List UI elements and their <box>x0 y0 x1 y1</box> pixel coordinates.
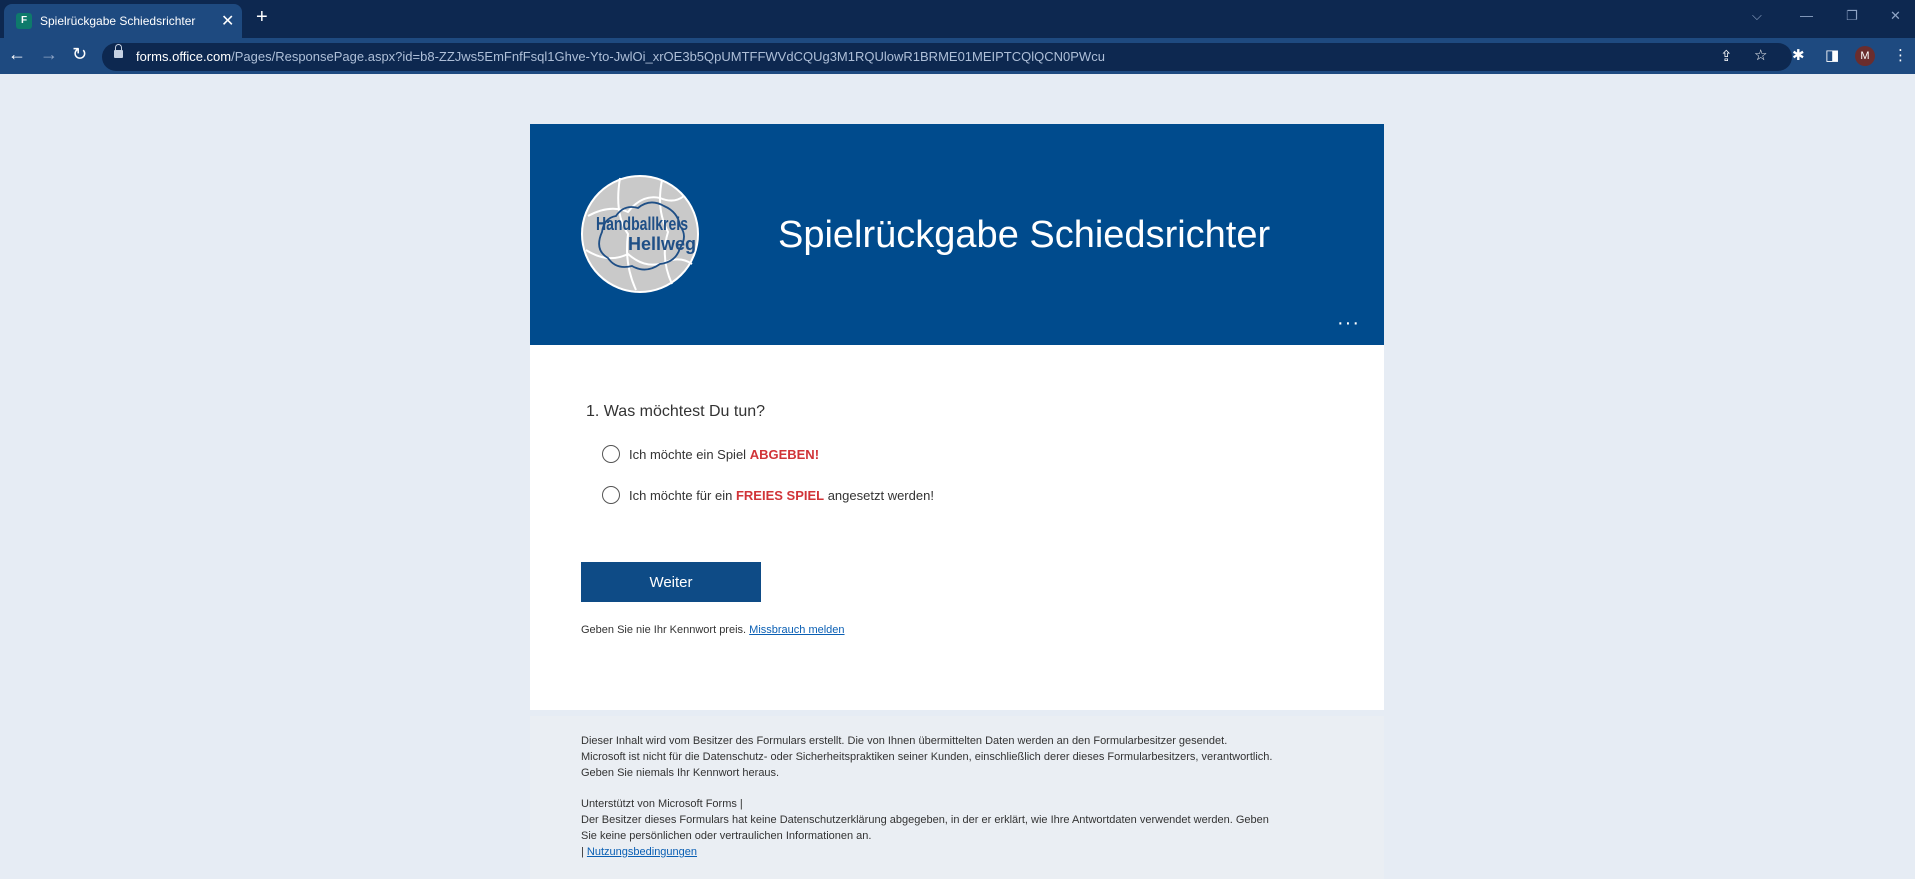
profile-avatar[interactable]: M <box>1855 46 1875 66</box>
close-window-icon[interactable]: ✕ <box>1890 8 1901 24</box>
lock-icon[interactable] <box>114 44 123 58</box>
footer-disclaimer-line: Microsoft ist nicht für die Datenschutz-… <box>581 751 1273 763</box>
forms-favicon-icon: F <box>16 13 32 29</box>
next-button[interactable]: Weiter <box>581 562 761 602</box>
reload-icon[interactable]: ↻ <box>72 44 87 65</box>
svg-text:Hellweg: Hellweg <box>628 234 696 254</box>
footer-powered-by: Unterstützt von Microsoft Forms | <box>581 798 743 810</box>
option-label[interactable]: Ich möchte für ein FREIES SPIEL angesetz… <box>629 488 934 503</box>
share-icon[interactable]: ⇪ <box>1720 47 1733 65</box>
option-label[interactable]: Ich möchte ein Spiel ABGEBEN! <box>629 447 819 462</box>
tab-title: Spielrückgabe Schiedsrichter <box>40 14 196 28</box>
form-title: Spielrückgabe Schiedsrichter <box>778 214 1271 256</box>
restore-icon[interactable]: ❐ <box>1846 8 1858 24</box>
radio-button[interactable] <box>602 486 620 504</box>
password-note: Geben Sie nie Ihr Kennwort preis. Missbr… <box>581 624 845 636</box>
radio-button[interactable] <box>602 445 620 463</box>
close-tab-icon[interactable]: ✕ <box>221 11 234 31</box>
footer-terms: | Nutzungsbedingungen <box>581 846 698 858</box>
form-body: 1. Was möchtest Du tun? Ich möchte ein S… <box>530 345 1384 710</box>
question-title: 1. Was möchtest Du tun? <box>586 403 766 420</box>
new-tab-icon[interactable]: + <box>256 6 268 29</box>
report-abuse-link[interactable]: Missbrauch melden <box>749 624 844 636</box>
footer-privacy-line: Der Besitzer dieses Formulars hat keine … <box>581 814 1269 826</box>
forward-icon[interactable]: → <box>40 44 58 65</box>
footer-disclaimer-line: Dieser Inhalt wird vom Besitzer des Form… <box>581 735 1228 747</box>
url-text[interactable]: forms.office.com/Pages/ResponsePage.aspx… <box>136 49 1105 64</box>
form-footer: Dieser Inhalt wird vom Besitzer des Form… <box>530 716 1384 879</box>
bookmark-star-icon[interactable]: ☆ <box>1754 46 1767 64</box>
side-panel-icon[interactable]: ◨ <box>1825 46 1839 64</box>
footer-privacy-line: Sie keine persönlichen oder vertrauliche… <box>581 830 872 842</box>
form-header: Handballkreis Hellweg Spielrückgabe Schi… <box>530 124 1384 345</box>
extensions-icon[interactable]: ✱ <box>1792 46 1805 64</box>
menu-kebab-icon[interactable]: ⋮ <box>1893 46 1908 64</box>
tab-search-icon[interactable]: ⌵ <box>1752 8 1762 24</box>
browser-tab-bar: F Spielrückgabe Schiedsrichter ✕ + ⌵ — ❐… <box>0 0 1915 38</box>
browser-tab[interactable]: F Spielrückgabe Schiedsrichter ✕ <box>4 4 242 38</box>
svg-text:Handballkreis: Handballkreis <box>596 214 688 234</box>
minimize-icon[interactable]: — <box>1800 8 1813 23</box>
handballkreis-logo: Handballkreis Hellweg <box>581 175 699 293</box>
footer-disclaimer-line: Geben Sie niemals Ihr Kennwort heraus. <box>581 767 780 779</box>
more-options-icon[interactable]: ··· <box>1337 312 1360 335</box>
browser-toolbar: ← → ↻ forms.office.com/Pages/ResponsePag… <box>0 38 1915 74</box>
back-icon[interactable]: ← <box>8 44 26 65</box>
terms-link[interactable]: Nutzungsbedingungen <box>587 846 697 858</box>
address-bar[interactable]: forms.office.com/Pages/ResponsePage.aspx… <box>102 43 1792 71</box>
